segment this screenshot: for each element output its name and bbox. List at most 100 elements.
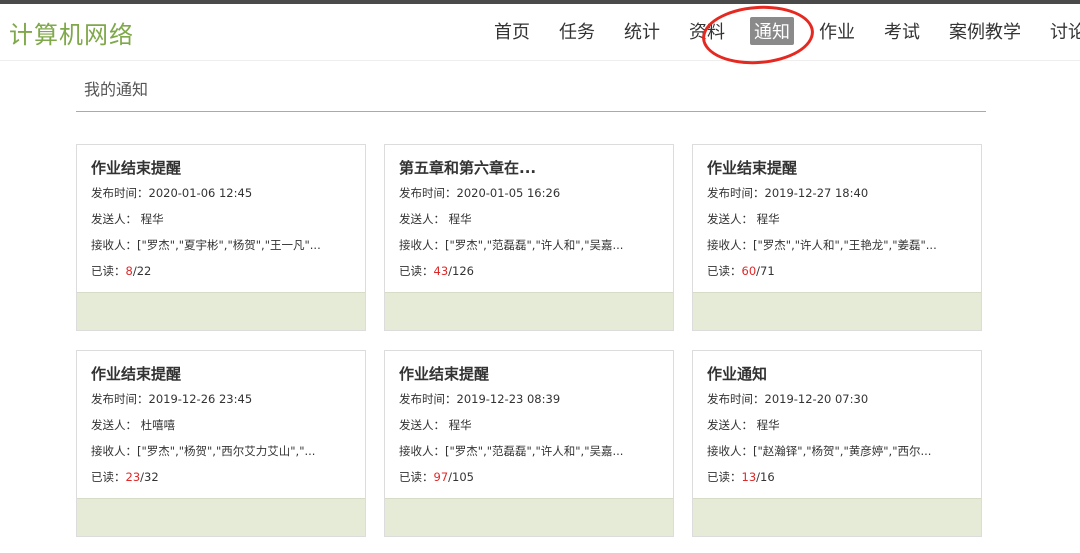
notice-card[interactable]: 作业通知 发布时间：2019-12-20 07:30 发送人： 程华 接收人：[… [692,350,982,537]
notice-receivers-label: 接收人： [399,444,445,458]
notice-sender-value: 程华 [448,212,472,226]
notice-time-value: 2020-01-05 16:26 [456,186,561,200]
notice-read-label: 已读： [91,470,126,484]
notice-time: 发布时间：2019-12-27 18:40 [707,185,868,201]
notice-title: 作业结束提醒 [91,365,182,383]
notice-sender-label: 发送人： [91,418,137,432]
notice-read-number: 43 [433,264,449,278]
page-title: 我的通知 [84,80,149,99]
notice-title: 作业结束提醒 [91,159,182,177]
notice-read-total: /71 [756,264,775,278]
notice-sender: 发送人： 程华 [91,211,164,227]
main-nav: 首页 任务 统计 资料 通知 作业 考试 案例教学 讨论 [490,16,1080,46]
notice-read-count: 已读：60/71 [707,263,775,279]
notice-time-label: 发布时间： [91,186,149,200]
notice-sender-value: 程华 [756,212,780,226]
notice-read-total: /105 [448,470,474,484]
notice-read-total: /126 [448,264,474,278]
notice-time-label: 发布时间： [399,186,457,200]
notice-receivers-value: ["罗杰","夏宇彬","杨贺","王一凡"... [137,238,321,252]
nav-item-tasks[interactable]: 任务 [555,17,599,45]
notice-card[interactable]: 作业结束提醒 发布时间：2019-12-26 23:45 发送人： 杜嘻嘻 接收… [76,350,366,537]
notice-sender: 发送人： 程华 [399,211,472,227]
notice-sender-value: 程华 [756,418,780,432]
notice-receivers-label: 接收人： [91,238,137,252]
notice-receivers-value: ["罗杰","范磊磊","许人和","吴嘉... [445,238,624,252]
nav-item-discussion[interactable]: 讨论 [1046,17,1080,45]
notice-read-number: 23 [125,470,141,484]
notice-sender: 发送人： 程华 [707,211,780,227]
notice-read-label: 已读： [91,264,126,278]
notice-sender-label: 发送人： [707,212,753,226]
notice-sender-label: 发送人： [399,418,445,432]
notice-read-count: 已读：23/32 [91,469,159,485]
notice-sender: 发送人： 程华 [399,417,472,433]
notice-sender-value: 杜嘻嘻 [140,418,176,432]
notice-time-value: 2019-12-20 07:30 [764,392,869,406]
notice-card[interactable]: 第五章和第六章在... 发布时间：2020-01-05 16:26 发送人： 程… [384,144,674,331]
nav-item-home[interactable]: 首页 [490,17,534,45]
notice-time-value: 2019-12-27 18:40 [764,186,869,200]
notice-read-number: 13 [741,470,757,484]
notice-time-label: 发布时间： [399,392,457,406]
notice-receivers: 接收人：["罗杰","杨贺","西尔艾力艾山","... [91,443,315,459]
nav-item-homework[interactable]: 作业 [815,17,859,45]
card-footer [385,292,673,330]
card-footer [77,292,365,330]
header: 计算机网络 首页 任务 统计 资料 通知 作业 考试 案例教学 讨论 [0,4,1080,61]
nav-item-case-teaching[interactable]: 案例教学 [945,17,1025,45]
notice-time-value: 2020-01-06 12:45 [148,186,253,200]
notice-time: 发布时间：2019-12-20 07:30 [707,391,868,407]
notice-read-count: 已读：97/105 [399,469,474,485]
notice-title: 第五章和第六章在... [399,159,537,177]
notice-receivers: 接收人：["罗杰","夏宇彬","杨贺","王一凡"... [91,237,321,253]
notice-read-count: 已读：13/16 [707,469,775,485]
notice-read-number: 8 [125,264,133,278]
notice-read-count: 已读：8/22 [91,263,151,279]
notice-read-number: 60 [741,264,757,278]
notice-receivers-label: 接收人： [707,444,753,458]
notice-receivers-value: ["赵瀚铎","杨贺","黄彦婷","西尔... [753,444,932,458]
notice-read-label: 已读： [399,264,434,278]
notice-read-total: /16 [756,470,775,484]
notice-receivers-label: 接收人： [707,238,753,252]
notice-card[interactable]: 作业结束提醒 发布时间：2020-01-06 12:45 发送人： 程华 接收人… [76,144,366,331]
notice-title: 作业通知 [707,365,768,383]
notice-card[interactable]: 作业结束提醒 发布时间：2019-12-27 18:40 发送人： 程华 接收人… [692,144,982,331]
course-title[interactable]: 计算机网络 [9,15,134,50]
notice-sender-value: 程华 [140,212,164,226]
notice-time-label: 发布时间： [707,186,765,200]
card-footer [385,498,673,536]
notice-read-count: 已读：43/126 [399,263,474,279]
notice-read-label: 已读： [707,264,742,278]
nav-item-exams[interactable]: 考试 [880,17,924,45]
notice-receivers: 接收人：["罗杰","范磊磊","许人和","吴嘉... [399,237,623,253]
notice-title: 作业结束提醒 [707,159,798,177]
notice-time-value: 2019-12-23 08:39 [456,392,561,406]
notice-receivers-value: ["罗杰","杨贺","西尔艾力艾山","... [137,444,316,458]
nav-item-notices[interactable]: 通知 [750,17,794,45]
notice-read-label: 已读： [707,470,742,484]
notice-receivers-value: ["罗杰","许人和","王艳龙","姜磊"... [753,238,937,252]
divider [76,111,986,112]
card-footer [693,498,981,536]
notice-read-total: /32 [140,470,159,484]
notice-card[interactable]: 作业结束提醒 发布时间：2019-12-23 08:39 发送人： 程华 接收人… [384,350,674,537]
notice-time: 发布时间：2020-01-05 16:26 [399,185,560,201]
notice-receivers: 接收人：["罗杰","范磊磊","许人和","吴嘉... [399,443,623,459]
notice-sender-label: 发送人： [707,418,753,432]
notice-receivers: 接收人：["罗杰","许人和","王艳龙","姜磊"... [707,237,937,253]
nav-item-materials[interactable]: 资料 [685,17,729,45]
notice-sender-value: 程华 [448,418,472,432]
nav-item-stats[interactable]: 统计 [620,17,664,45]
notice-receivers-label: 接收人： [399,238,445,252]
notice-time: 发布时间：2019-12-23 08:39 [399,391,560,407]
notice-sender: 发送人： 程华 [707,417,780,433]
notice-time: 发布时间：2019-12-26 23:45 [91,391,252,407]
notice-read-total: /22 [132,264,152,278]
notice-read-number: 97 [433,470,449,484]
notice-sender: 发送人： 杜嘻嘻 [91,417,175,433]
notice-read-label: 已读： [399,470,434,484]
notice-receivers-value: ["罗杰","范磊磊","许人和","吴嘉... [445,444,624,458]
notice-receivers: 接收人：["赵瀚铎","杨贺","黄彦婷","西尔... [707,443,931,459]
